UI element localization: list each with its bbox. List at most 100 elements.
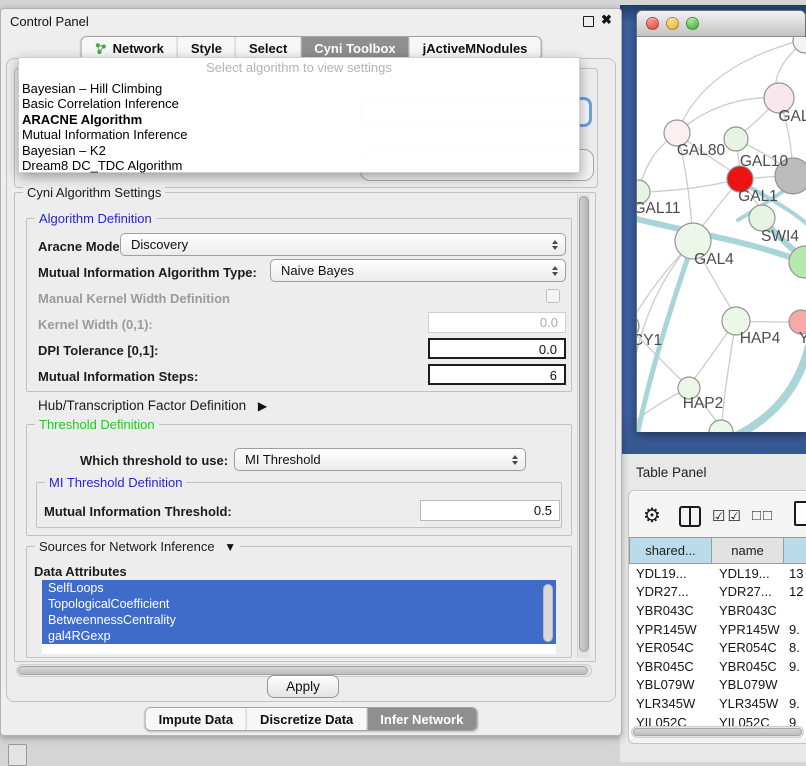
tab-label: Infer Network: [380, 712, 463, 727]
threshold-definition-title: Threshold Definition: [35, 417, 159, 432]
algorithm-option-aracne-algorithm[interactable]: ARACNE Algorithm: [19, 112, 579, 127]
tab-label: Style: [191, 41, 222, 56]
aracne-mode-select[interactable]: Discovery: [120, 233, 566, 256]
table-row[interactable]: YDR27...YDR27...12: [629, 583, 806, 602]
table-cell: 9.: [784, 622, 806, 637]
close-traffic-light[interactable]: [646, 17, 659, 30]
tab-style[interactable]: Style: [177, 37, 235, 59]
apply-button[interactable]: Apply: [267, 675, 339, 698]
algorithm-option-basic-correlation-inference[interactable]: Basic Correlation Inference: [19, 96, 579, 111]
close-icon[interactable]: ✖: [601, 12, 612, 28]
mi-threshold-field[interactable]: 0.5: [420, 500, 560, 521]
algorithm-option-bayesian-k2[interactable]: Bayesian – K2: [19, 143, 579, 158]
node-gal10[interactable]: [724, 127, 748, 151]
algorithm-option-mutual-information-inference[interactable]: Mutual Information Inference: [19, 127, 579, 142]
sources-title: Sources for Network Inference: [39, 539, 215, 554]
settings-scrollbar-thumb[interactable]: [579, 196, 589, 652]
data-attributes-list[interactable]: SelfLoopsTopologicalCoefficientBetweenne…: [42, 580, 556, 654]
algorithm-option-dream8-dc-tdc-algorithm[interactable]: Dream8 DC_TDC Algorithm: [19, 158, 579, 173]
table-row[interactable]: YLR345WYLR345W9.: [629, 694, 806, 713]
column-header-shared[interactable]: shared...: [629, 537, 712, 564]
tab-discretize-data[interactable]: Discretize Data: [246, 708, 366, 730]
tab-label: Impute Data: [159, 712, 233, 727]
column-header-name[interactable]: name: [712, 537, 784, 564]
spinner-arrows-icon: [552, 266, 558, 276]
network-edge[interactable]: [722, 321, 736, 422]
table-row[interactable]: YBL079WYBL079W: [629, 676, 806, 695]
table-cell: 8.: [784, 640, 806, 655]
float-window-icon[interactable]: [583, 16, 594, 27]
table-cell: YLR345W: [629, 696, 712, 711]
tab-impute-data[interactable]: Impute Data: [146, 708, 246, 730]
network-edge[interactable]: [647, 179, 740, 192]
tab-cyni-toolbox[interactable]: Cyni Toolbox: [300, 37, 408, 59]
table-row[interactable]: YBR045CYBR045C9.: [629, 657, 806, 676]
tab-infer-network[interactable]: Infer Network: [366, 708, 476, 730]
table-cell: 13: [784, 566, 806, 581]
algorithm-dropdown-popup: Select algorithm to view settings Bayesi…: [18, 57, 580, 173]
document-icon[interactable]: [794, 501, 806, 526]
table-cell: YLR345W: [712, 696, 784, 711]
table-scrollbar-thumb[interactable]: [633, 728, 802, 736]
table-cell: YBR043C: [712, 603, 784, 618]
mi-steps-field[interactable]: 6: [428, 364, 566, 385]
algorithm-option-bayesian-hill-climbing[interactable]: Bayesian – Hill Climbing: [19, 81, 579, 96]
network-edge[interactable]: [677, 98, 779, 133]
table-cell: 9.: [784, 659, 806, 674]
unchecked-boxes-icon[interactable]: □□: [752, 507, 774, 524]
attribute-item-gal4rgexp[interactable]: gal4RGexp: [42, 628, 556, 644]
table-horizontal-scrollbar[interactable]: [631, 726, 804, 738]
node-label-gcy1: GCY1: [637, 332, 662, 349]
dpi-tolerance-field[interactable]: 0.0: [428, 338, 566, 359]
columns-icon[interactable]: [679, 506, 701, 527]
tab-label: jActiveMNodules: [423, 41, 528, 56]
network-window-titlebar[interactable]: [637, 11, 805, 37]
table-cell: YBR045C: [712, 659, 784, 674]
gear-icon[interactable]: ⚙: [643, 503, 661, 528]
corner-widget-icon[interactable]: [8, 744, 27, 766]
cyni-algorithm-settings-title: Cyni Algorithm Settings: [23, 185, 165, 200]
table-cell: 12: [784, 584, 806, 599]
node-label-gal1: GAL1: [738, 188, 778, 205]
mi-threshold-definition-title: MI Threshold Definition: [45, 475, 186, 490]
mi-algorithm-type-select[interactable]: Naive Bayes: [270, 259, 566, 282]
tab-label: Discretize Data: [260, 712, 353, 727]
manual-kernel-width-checkbox[interactable]: [546, 289, 560, 303]
attribute-item-selfloops[interactable]: SelfLoops: [42, 580, 556, 596]
network-edge-highlighted[interactable]: [719, 346, 806, 432]
table-row[interactable]: YBR043CYBR043C: [629, 601, 806, 620]
table-row[interactable]: YER054CYER054C8.: [629, 638, 806, 657]
which-threshold-select[interactable]: MI Threshold: [234, 448, 526, 471]
node-bottom[interactable]: [709, 420, 733, 432]
network-graph: GALGAL80GAL10GAL1GAL11SWI4GAL4GCY1HAP4YH…: [637, 37, 806, 432]
settings-hscrollbar-thumb[interactable]: [18, 666, 588, 675]
tab-select[interactable]: Select: [235, 37, 300, 59]
minimize-traffic-light[interactable]: [666, 17, 679, 30]
hub-definition-toggle[interactable]: Hub/Transcription Factor Definition ▶: [38, 398, 267, 413]
tab-network[interactable]: Network: [82, 37, 177, 59]
which-threshold-label: Which threshold to use:: [80, 453, 228, 468]
attribute-item-topologicalcoefficient[interactable]: TopologicalCoefficient: [42, 596, 556, 612]
tab-jactivemnodules[interactable]: jActiveMNodules: [409, 37, 541, 59]
table-row[interactable]: YPR145WYPR145W9.: [629, 620, 806, 639]
network-canvas[interactable]: GALGAL80GAL10GAL1GAL11SWI4GAL4GCY1HAP4YH…: [637, 37, 806, 432]
settings-vertical-scrollbar[interactable]: [577, 194, 590, 658]
spinner-arrows-icon: [512, 455, 518, 465]
kernel-width-field[interactable]: 0.0: [428, 312, 566, 333]
network-view-window: GALGAL80GAL10GAL1GAL11SWI4GAL4GCY1HAP4YH…: [636, 10, 806, 432]
node-label-gal: GAL: [778, 108, 806, 125]
aracne-mode-value: Discovery: [131, 237, 188, 252]
column-header-a[interactable]: A: [784, 537, 806, 564]
table-cell: YBL079W: [712, 677, 784, 692]
node-table[interactable]: shared...nameA YDL19...YDL19...13YDR27..…: [629, 537, 806, 738]
mi-algorithm-type-label: Mutual Information Algorithm Type:: [38, 265, 257, 280]
checked-boxes-icon[interactable]: ☑☑: [712, 507, 743, 525]
node-label-swi4: SWI4: [761, 228, 799, 245]
hub-definition-label: Hub/Transcription Factor Definition: [38, 398, 246, 413]
zoom-traffic-light[interactable]: [686, 17, 699, 30]
attribute-item-betweennesscentrality[interactable]: BetweennessCentrality: [42, 612, 556, 628]
sources-toggle[interactable]: Sources for Network Inference ▼: [35, 539, 240, 554]
table-row[interactable]: YDL19...YDL19...13: [629, 564, 806, 583]
table-header-row: shared...nameA: [629, 537, 806, 564]
attributes-scrollbar-thumb[interactable]: [543, 584, 553, 642]
